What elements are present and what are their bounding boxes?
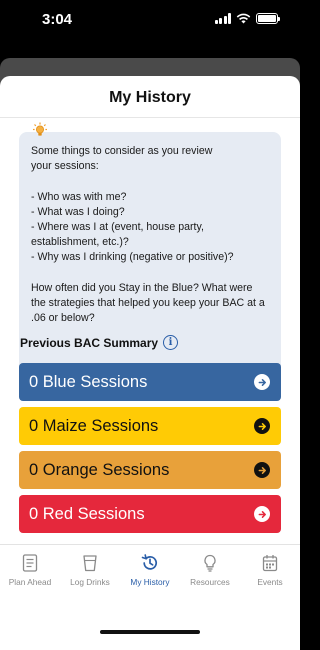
status-icons (214, 13, 280, 24)
tab-label: Resources (190, 577, 230, 587)
tab-log-drinks[interactable]: Log Drinks (60, 545, 120, 594)
tips-text: Some things to consider as you review yo… (31, 145, 265, 325)
arrow-right-icon (254, 462, 270, 478)
arrow-right-icon (254, 506, 270, 522)
tab-bar: Plan Ahead Log Drinks My History Resourc… (0, 544, 300, 594)
blue-sessions-button[interactable]: 0 Blue Sessions (19, 363, 281, 401)
status-time: 3:04 (42, 11, 73, 28)
cellular-signal-icon (214, 13, 231, 24)
battery-icon (256, 13, 280, 24)
tab-events[interactable]: Events (240, 545, 300, 594)
header: My History (0, 76, 300, 118)
history-sheet: My History Some things to consider as yo… (0, 76, 300, 650)
info-icon[interactable]: i (163, 335, 179, 350)
maize-sessions-button[interactable]: 0 Maize Sessions (19, 407, 281, 445)
arrow-right-icon (254, 374, 270, 390)
lightbulb-icon (201, 553, 219, 573)
page-title: My History (109, 88, 191, 106)
tab-resources[interactable]: Resources (180, 545, 240, 594)
red-sessions-button[interactable]: 0 Red Sessions (19, 495, 281, 533)
home-indicator (100, 630, 200, 634)
orange-sessions-button[interactable]: 0 Orange Sessions (19, 451, 281, 489)
history-icon (141, 553, 159, 573)
calendar-icon (261, 553, 279, 573)
session-label: 0 Maize Sessions (29, 416, 159, 435)
tips-card: Some things to consider as you review yo… (19, 132, 281, 400)
session-label: 0 Blue Sessions (29, 372, 148, 391)
session-label: 0 Orange Sessions (29, 460, 170, 479)
tab-label: Log Drinks (70, 577, 110, 587)
lightbulb-icon (33, 122, 47, 136)
tab-label: Events (257, 577, 283, 587)
tab-label: Plan Ahead (8, 577, 52, 587)
bac-summary-header: Previous BAC Summary i (20, 335, 179, 350)
arrow-right-icon (254, 418, 270, 434)
tab-my-history[interactable]: My History (120, 545, 180, 594)
tab-label: My History (130, 577, 170, 587)
wifi-icon (236, 13, 251, 24)
status-bar: 3:04 (0, 0, 300, 44)
summary-title: Previous BAC Summary (20, 335, 159, 350)
tab-plan-ahead[interactable]: Plan Ahead (0, 545, 60, 594)
session-label: 0 Red Sessions (29, 504, 145, 523)
cup-icon (81, 553, 99, 573)
checklist-icon (21, 553, 39, 573)
